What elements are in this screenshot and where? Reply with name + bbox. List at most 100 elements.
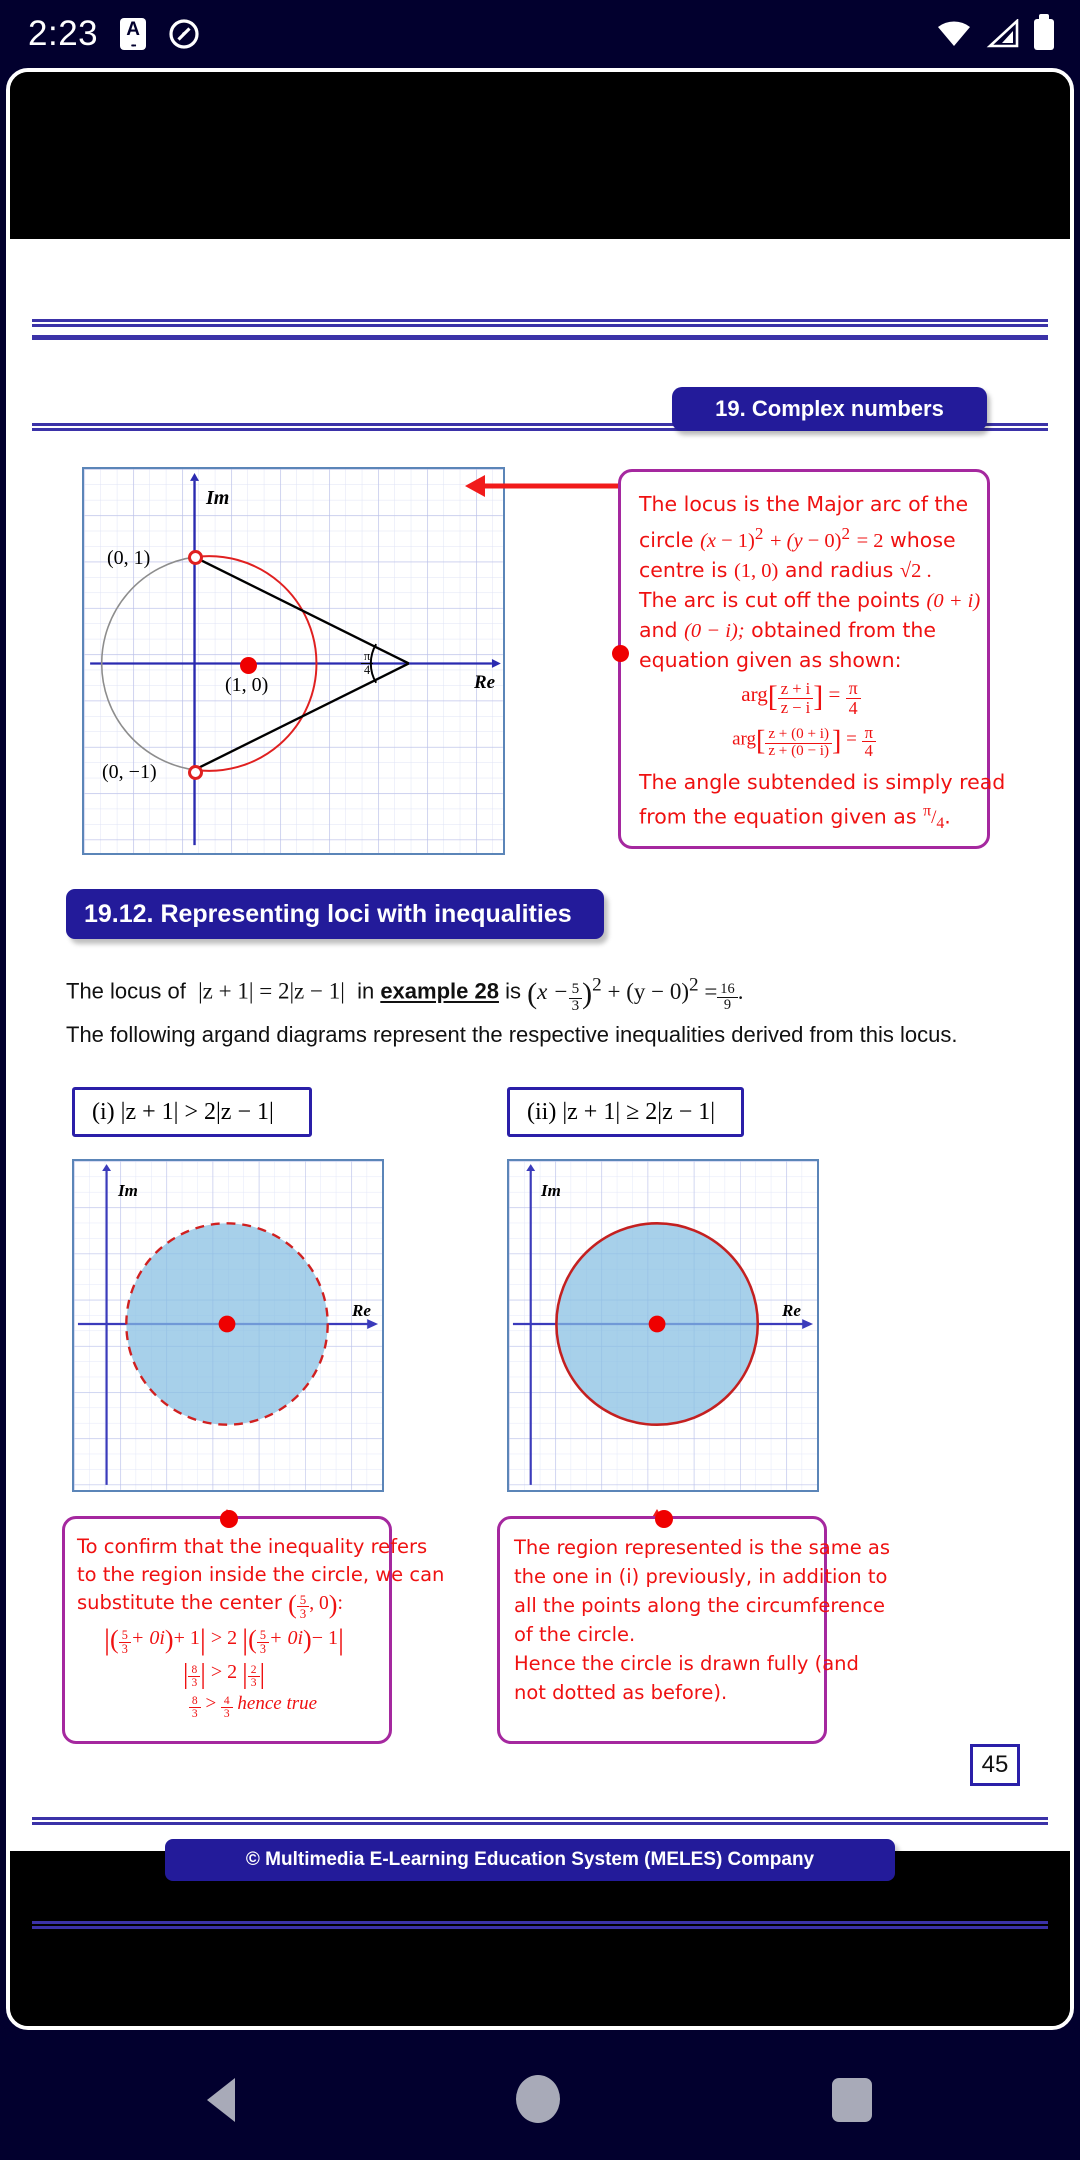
callout2-eq3-den2: 3 <box>223 1708 230 1721</box>
footer-copyright-bar: © Multimedia E-Learning Education System… <box>165 1839 895 1881</box>
callout2-eq1-c: + 0i <box>268 1626 304 1649</box>
status-bar: 2:23 A <box>0 0 1080 68</box>
callout3-line-3: all the points along the circumference <box>514 1594 886 1617</box>
callout1-line-4: The arc is cut off the points (0 + i) <box>639 586 987 616</box>
screen: 2:23 A ••• 19. Complex numbers Im Re (0,… <box>0 0 1080 2160</box>
diagram1-re-label: Re <box>474 672 496 693</box>
diagram2-im-label: Im <box>118 1181 138 1200</box>
callout2-line-1: To confirm that the inequality refers <box>77 1535 428 1558</box>
callout1-eq2-result-num: π <box>861 723 876 742</box>
callout2-eq1-gt: > 2 <box>210 1626 238 1649</box>
callout3-line-1: The region represented is the same as <box>514 1536 891 1559</box>
callout-substitution-check: To confirm that the inequality refers to… <box>62 1510 445 1744</box>
cellular-signal-icon <box>986 19 1019 48</box>
footer-rule-top <box>32 1817 1048 1825</box>
callout2-eq2-den: 3 <box>191 1677 198 1690</box>
document-page[interactable]: 19. Complex numbers Im Re (0, 1) (0, −1)… <box>10 239 1070 1929</box>
callout1-equation-1: arg[ z + i z − i ] = π 4 <box>639 678 987 718</box>
callout2-eq3-tail: hence true <box>237 1692 318 1714</box>
callout1-anchor-dot <box>612 645 629 662</box>
home-button-icon[interactable] <box>516 2075 560 2123</box>
diagram1-angle-denominator: 4 <box>364 662 371 677</box>
callout3-line-4: of the circle. <box>514 1623 636 1646</box>
callout1-eq1-result-den: 4 <box>848 697 858 718</box>
callout1-eq2-result-den: 4 <box>864 741 873 760</box>
callout2-line3-b: , 0 <box>309 1593 329 1614</box>
status-clock: 2:23 <box>28 14 99 53</box>
argand-diagram-strict-inequality: Im Re <box>72 1159 384 1492</box>
body-line1-d: is <box>505 978 521 1004</box>
example-28-link[interactable]: example 28 <box>380 979 499 1004</box>
callout2-anchor-dot <box>220 1510 238 1528</box>
body-eq-frac-den: 3 <box>571 997 580 1014</box>
body-line1-a: The locus of <box>66 978 186 1004</box>
callout2-eq2-num: 8 <box>188 1664 201 1678</box>
diagram1-im-label: Im <box>206 487 230 509</box>
argand-diagram-inclusive-inequality: Im Re <box>507 1159 819 1492</box>
callout1-line5-b: (0 − i); <box>684 619 745 642</box>
callout1-line-1: The locus is the Major arc of the <box>639 492 969 516</box>
callout1-eq1-result-num: π <box>845 678 861 699</box>
callout1-line-2: circle (x − 1)2 + (y − 0)2 = 2 whose <box>639 519 987 556</box>
callout-inclusive-region-explanation: The region represented is the same as th… <box>497 1510 891 1744</box>
inequality-label-i: (i) |z + 1| > 2|z − 1| <box>72 1087 312 1137</box>
callout1-eq1-denominator: z − i <box>780 697 811 717</box>
status-bar-right <box>936 13 1054 50</box>
callout1-equation-2: arg[ z + (0 + i) z + (0 − i) ] = π 4 <box>639 723 987 760</box>
callout2-eq3-num: 8 <box>188 1695 201 1709</box>
diagram1-centre-label: (1, 0) <box>225 674 269 696</box>
status-bar-left: 2:23 A <box>28 14 200 54</box>
argand-diagram-2-canvas <box>74 1161 382 1490</box>
diagram1-point-bottom-label: (0, −1) <box>102 761 157 783</box>
callout1-eq1-numerator: z + i <box>777 680 814 699</box>
callout1-eq1-arg: arg <box>741 681 768 706</box>
diagram3-re-label: Re <box>782 1301 801 1320</box>
callout2-eq2-gt: > 2 <box>210 1660 238 1683</box>
callout1-line3-c: and radius <box>784 557 894 582</box>
callout3-line-6: not dotted as before). <box>514 1681 728 1704</box>
chapter-tab[interactable]: 19. Complex numbers <box>672 387 987 431</box>
back-button-icon[interactable] <box>207 2078 235 2122</box>
callout1-line2-d: = 2 <box>856 529 884 552</box>
callout2-eq1-b: + 1 <box>173 1626 200 1649</box>
callout2-eq1-a: + 0i <box>130 1626 165 1649</box>
body-line-2: The following argand diagrams represent … <box>66 1022 958 1047</box>
callout1-line2-b: (x − 1)2 <box>700 524 764 552</box>
system-navigation-bar <box>0 2030 1080 2160</box>
callout2-eq3-gt: > <box>205 1692 217 1714</box>
body-line1-equation: (x − 5 3 )2 + (y − 0)2 = 16 9 . <box>527 974 744 1014</box>
argand-diagram-1-canvas <box>84 469 503 853</box>
text-badge-icon: A <box>120 18 147 50</box>
diagram1-point-bottom-marker <box>188 765 203 780</box>
callout1-line3-d: √2 . <box>899 559 932 582</box>
callout1-line5-a: and <box>639 617 678 642</box>
callout1-line4-b: (0 + i) <box>926 589 981 612</box>
body-line-1: The locus of |z + 1| = 2|z − 1| in examp… <box>66 974 743 1014</box>
body-eq-x: x − <box>537 978 569 1004</box>
callout1-line8-a: from the equation given as <box>639 804 917 829</box>
callout2-equation-3: 8 3 > 4 3 hence true <box>77 1693 389 1720</box>
callout1-line-5: and (0 − i); obtained from the <box>639 616 987 646</box>
callout2-line3-c: : <box>337 1593 343 1614</box>
callout1-eq2-denominator: z + (0 − i) <box>768 742 830 759</box>
diagram2-re-label: Re <box>352 1301 371 1320</box>
section-title-bar[interactable]: 19.12. Representing loci with inequaliti… <box>66 889 604 939</box>
callout2-eq2-num2: 2 <box>247 1664 260 1678</box>
callout2-equation-2: | 8 3 | > 2 | 2 3 | <box>182 1658 266 1690</box>
callout1-pointer-arrow <box>465 475 635 497</box>
wifi-icon <box>938 21 970 46</box>
callout3-line-5: Hence the circle is drawn fully (and <box>514 1652 859 1675</box>
callout2-line-2: to the region inside the circle, we can <box>77 1563 445 1586</box>
callout1-line-8: from the equation given as π/4. <box>639 802 951 832</box>
callout2-equation-1: |( 5 3 + 0i)+ 1| > 2 |( 5 3 + 0i)− 1| <box>104 1622 344 1656</box>
body-eq-tail: + (y − 0) <box>607 978 689 1004</box>
callout1-eq2-numerator: z + (0 + i) <box>765 726 833 744</box>
callout3-line-2: the one in (i) previously, in addition t… <box>514 1565 888 1588</box>
recents-button-icon[interactable] <box>832 2078 872 2122</box>
diagram1-point-top-label: (0, 1) <box>107 547 151 569</box>
body-eq-frac-num: 5 <box>568 981 583 999</box>
inequality-label-ii: (ii) |z + 1| ≥ 2|z − 1| <box>507 1087 744 1137</box>
callout1-line3-a: centre is <box>639 557 728 582</box>
body-eq-res-num: 16 <box>717 981 738 999</box>
body-line1-expr: |z + 1| = 2|z − 1| <box>198 978 345 1004</box>
